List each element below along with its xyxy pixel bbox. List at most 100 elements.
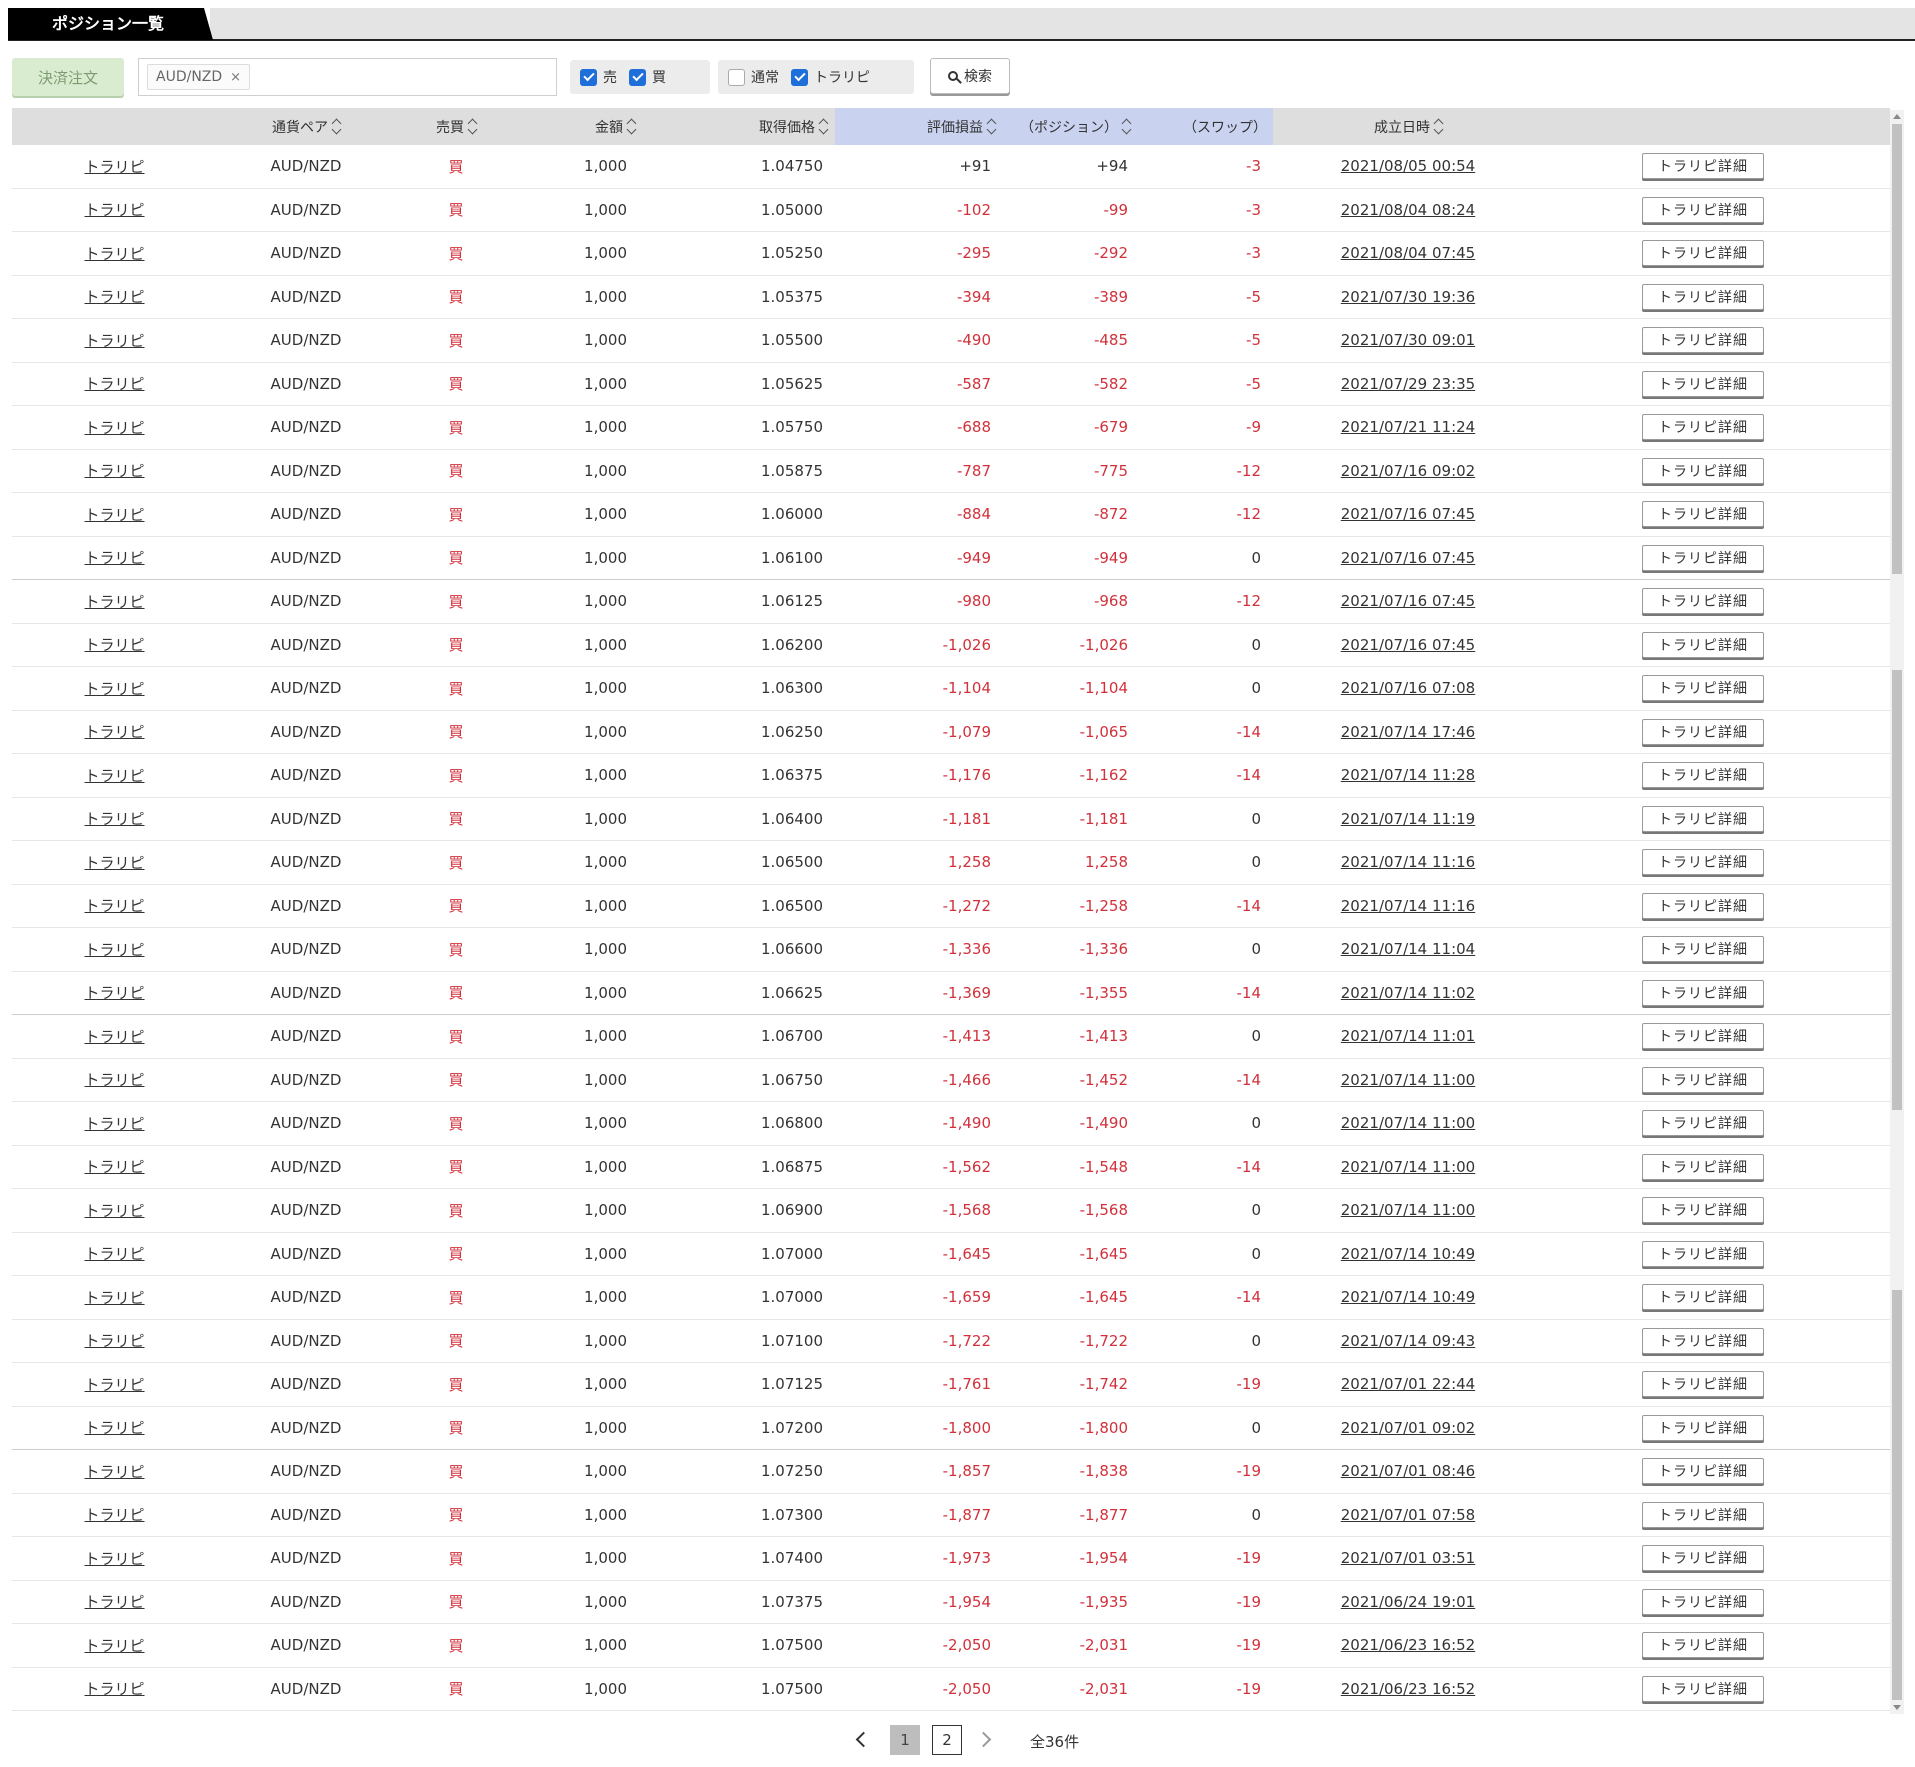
date-link[interactable]: 2021/07/14 11:00 — [1341, 1201, 1475, 1219]
order-type-link[interactable]: トラリピ — [84, 810, 144, 828]
date-link[interactable]: 2021/08/04 07:45 — [1341, 244, 1475, 262]
scrollbar-thumb[interactable] — [1892, 1290, 1902, 1700]
traripi-detail-button[interactable]: トラリピ詳細 — [1642, 1153, 1764, 1180]
date-link[interactable]: 2021/07/14 11:01 — [1341, 1027, 1475, 1045]
traripi-detail-button[interactable]: トラリピ詳細 — [1642, 327, 1764, 354]
header-pair[interactable]: 通貨ペア — [217, 108, 395, 145]
traripi-detail-button[interactable]: トラリピ詳細 — [1642, 805, 1764, 832]
date-link[interactable]: 2021/07/14 11:28 — [1341, 766, 1475, 784]
date-link[interactable]: 2021/07/16 07:45 — [1341, 592, 1475, 610]
date-link[interactable]: 2021/06/23 16:52 — [1341, 1680, 1475, 1698]
page-1-button[interactable]: 1 — [890, 1725, 920, 1755]
traripi-detail-button[interactable]: トラリピ詳細 — [1642, 1501, 1764, 1528]
date-link[interactable]: 2021/07/01 07:58 — [1341, 1506, 1475, 1524]
traripi-detail-button[interactable]: トラリピ詳細 — [1642, 1023, 1764, 1050]
tab-position-list[interactable]: ポジション一覧 — [8, 8, 213, 40]
order-type-link[interactable]: トラリピ — [84, 1419, 144, 1437]
order-type-link[interactable]: トラリピ — [84, 1115, 144, 1133]
date-link[interactable]: 2021/07/14 11:04 — [1341, 940, 1475, 958]
date-link[interactable]: 2021/07/01 22:44 — [1341, 1375, 1475, 1393]
order-type-link[interactable]: トラリピ — [84, 1071, 144, 1089]
order-type-link[interactable]: トラリピ — [84, 767, 144, 785]
traripi-detail-button[interactable]: トラリピ詳細 — [1642, 762, 1764, 789]
header-position[interactable]: （ポジション） — [1003, 108, 1138, 145]
scroll-up-icon[interactable] — [1893, 114, 1901, 119]
order-type-link[interactable]: トラリピ — [84, 1028, 144, 1046]
order-type-link[interactable]: トラリピ — [84, 1637, 144, 1655]
date-link[interactable]: 2021/07/16 07:45 — [1341, 549, 1475, 567]
order-type-link[interactable]: トラリピ — [84, 1332, 144, 1350]
order-type-link[interactable]: トラリピ — [84, 1158, 144, 1176]
order-type-link[interactable]: トラリピ — [84, 1202, 144, 1220]
order-type-link[interactable]: トラリピ — [84, 1376, 144, 1394]
order-type-link[interactable]: トラリピ — [84, 419, 144, 437]
date-link[interactable]: 2021/07/16 07:45 — [1341, 636, 1475, 654]
traripi-detail-button[interactable]: トラリピ詳細 — [1642, 979, 1764, 1006]
traripi-detail-button[interactable]: トラリピ詳細 — [1642, 588, 1764, 615]
header-date[interactable]: 成立日時 — [1273, 108, 1543, 145]
traripi-detail-button[interactable]: トラリピ詳細 — [1642, 1632, 1764, 1659]
date-link[interactable]: 2021/07/14 11:02 — [1341, 984, 1475, 1002]
traripi-detail-button[interactable]: トラリピ詳細 — [1642, 718, 1764, 745]
checkbox-icon[interactable] — [791, 68, 808, 86]
date-link[interactable]: 2021/07/29 23:35 — [1341, 375, 1475, 393]
traripi-detail-button[interactable]: トラリピ詳細 — [1642, 370, 1764, 397]
order-type-link[interactable]: トラリピ — [84, 462, 144, 480]
traripi-detail-button[interactable]: トラリピ詳細 — [1642, 153, 1764, 180]
traripi-detail-button[interactable]: トラリピ詳細 — [1642, 283, 1764, 310]
date-link[interactable]: 2021/07/01 08:46 — [1341, 1462, 1475, 1480]
date-link[interactable]: 2021/07/14 11:00 — [1341, 1114, 1475, 1132]
traripi-detail-button[interactable]: トラリピ詳細 — [1642, 544, 1764, 571]
header-side[interactable]: 売買 — [395, 108, 517, 145]
sell-checkbox[interactable]: 売 — [580, 67, 617, 87]
date-link[interactable]: 2021/07/14 11:00 — [1341, 1158, 1475, 1176]
header-pl[interactable]: 評価損益 — [835, 108, 1003, 145]
checkbox-icon[interactable] — [580, 68, 597, 86]
order-type-link[interactable]: トラリピ — [84, 201, 144, 219]
scrollbar-thumb[interactable] — [1892, 124, 1902, 574]
traripi-detail-button[interactable]: トラリピ詳細 — [1642, 501, 1764, 528]
traripi-detail-button[interactable]: トラリピ詳細 — [1642, 1675, 1764, 1702]
order-type-link[interactable]: トラリピ — [84, 636, 144, 654]
traripi-detail-button[interactable]: トラリピ詳細 — [1642, 1110, 1764, 1137]
traripi-detail-button[interactable]: トラリピ詳細 — [1642, 1284, 1764, 1311]
vertical-scrollbar[interactable] — [1890, 110, 1904, 1714]
scrollbar-thumb[interactable] — [1892, 670, 1902, 1110]
traripi-detail-button[interactable]: トラリピ詳細 — [1642, 1588, 1764, 1615]
date-link[interactable]: 2021/08/04 08:24 — [1341, 201, 1475, 219]
date-link[interactable]: 2021/07/21 11:24 — [1341, 418, 1475, 436]
traripi-detail-button[interactable]: トラリピ詳細 — [1642, 1197, 1764, 1224]
date-link[interactable]: 2021/07/16 09:02 — [1341, 462, 1475, 480]
date-link[interactable]: 2021/07/01 09:02 — [1341, 1419, 1475, 1437]
order-type-link[interactable]: トラリピ — [84, 723, 144, 741]
traripi-detail-button[interactable]: トラリピ詳細 — [1642, 240, 1764, 267]
order-type-link[interactable]: トラリピ — [84, 1463, 144, 1481]
traripi-detail-button[interactable]: トラリピ詳細 — [1642, 196, 1764, 223]
date-link[interactable]: 2021/08/05 00:54 — [1341, 157, 1475, 175]
order-type-link[interactable]: トラリピ — [84, 1245, 144, 1263]
order-type-link[interactable]: トラリピ — [84, 158, 144, 176]
settle-order-button[interactable]: 決済注文 — [12, 58, 124, 96]
traripi-detail-button[interactable]: トラリピ詳細 — [1642, 1371, 1764, 1398]
date-link[interactable]: 2021/07/14 11:16 — [1341, 853, 1475, 871]
date-link[interactable]: 2021/06/23 16:52 — [1341, 1636, 1475, 1654]
header-amount[interactable]: 金額 — [517, 108, 667, 145]
date-link[interactable]: 2021/07/14 11:16 — [1341, 897, 1475, 915]
date-link[interactable]: 2021/07/16 07:45 — [1341, 505, 1475, 523]
order-type-link[interactable]: トラリピ — [84, 854, 144, 872]
date-link[interactable]: 2021/07/30 19:36 — [1341, 288, 1475, 306]
prev-page-icon[interactable] — [855, 1731, 872, 1748]
order-type-link[interactable]: トラリピ — [84, 1593, 144, 1611]
order-type-link[interactable]: トラリピ — [84, 288, 144, 306]
traripi-detail-button[interactable]: トラリピ詳細 — [1642, 414, 1764, 441]
order-type-link[interactable]: トラリピ — [84, 897, 144, 915]
traripi-detail-button[interactable]: トラリピ詳細 — [1642, 849, 1764, 876]
traripi-detail-button[interactable]: トラリピ詳細 — [1642, 936, 1764, 963]
traripi-detail-button[interactable]: トラリピ詳細 — [1642, 1458, 1764, 1485]
order-type-link[interactable]: トラリピ — [84, 506, 144, 524]
date-link[interactable]: 2021/07/30 09:01 — [1341, 331, 1475, 349]
buy-checkbox[interactable]: 買 — [629, 67, 666, 87]
date-link[interactable]: 2021/07/14 11:00 — [1341, 1071, 1475, 1089]
date-link[interactable]: 2021/07/14 11:19 — [1341, 810, 1475, 828]
traripi-detail-button[interactable]: トラリピ詳細 — [1642, 457, 1764, 484]
